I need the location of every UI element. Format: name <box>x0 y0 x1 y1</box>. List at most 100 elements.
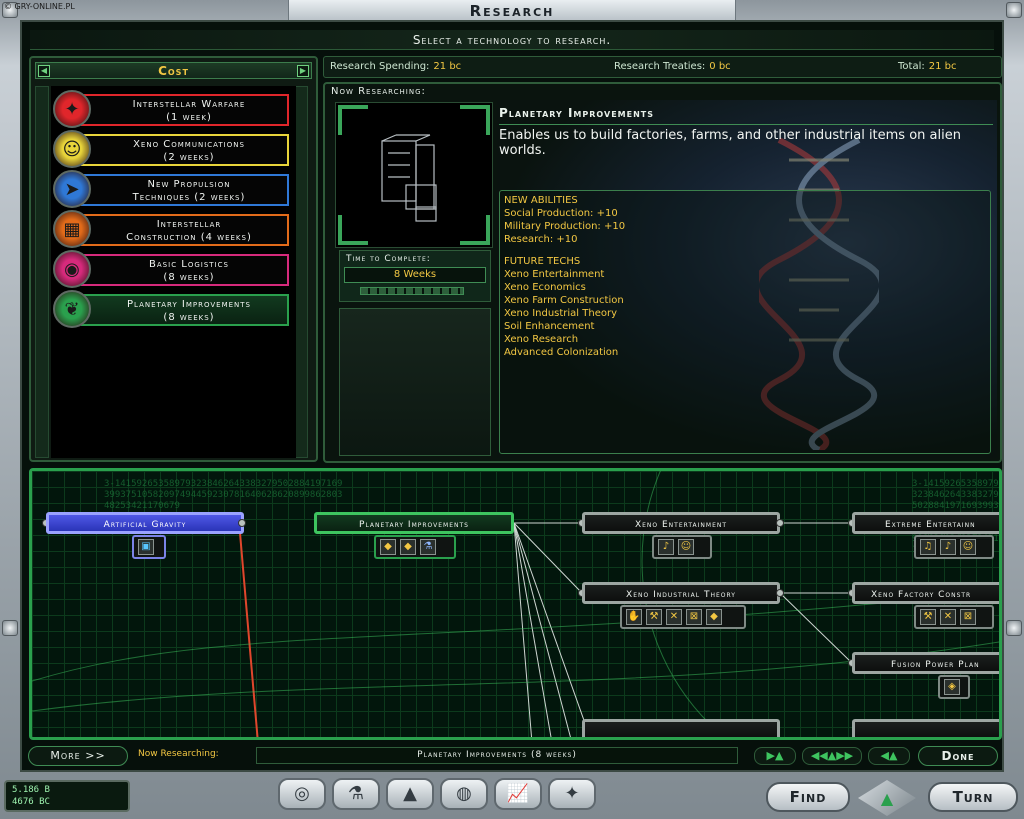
cost-item-title: Interstellar Warfare <box>132 99 246 110</box>
abilities-list: Social Production: +10 Military Productio… <box>504 207 986 246</box>
future-tech-item[interactable]: Xeno Industrial Theory <box>504 307 986 320</box>
power-icon[interactable]: ◈ <box>944 679 960 695</box>
tree-node-xeno-entertainment[interactable]: Xeno Entertainment <box>582 512 780 534</box>
future-tech-item[interactable]: Xeno Entertainment <box>504 268 986 281</box>
tech-list: Interstellar Warfare (1 week) ✦ Xeno Commun… <box>51 86 296 458</box>
done-button[interactable]: Done <box>918 746 998 766</box>
ability-item: Research: +10 <box>504 234 578 245</box>
nav-back-button[interactable]: ◀▲ <box>868 747 910 765</box>
tree-node-artificial-gravity[interactable]: Artificial Gravity <box>46 512 244 534</box>
future-tech-item[interactable]: Xeno Research <box>504 333 986 346</box>
research-flask-icon[interactable]: ⚗ <box>332 778 380 810</box>
future-tech-item[interactable]: Soil Enhancement <box>504 320 986 333</box>
tree-node-xeno-industrial-theory[interactable]: Xeno Industrial Theory <box>582 582 780 604</box>
research-info-bar: Research Spending: 21 bc Research Treatie… <box>323 56 1002 78</box>
tool-icon[interactable]: ⚒ <box>920 609 936 625</box>
cross-icon[interactable]: ✕ <box>940 609 956 625</box>
cost-item-title: Xeno Communications <box>133 139 245 150</box>
spending-label: Research Spending: <box>330 61 430 72</box>
cost-item-duration: (2 weeks) <box>163 152 215 163</box>
status-now-label: Now Researching: <box>138 749 219 759</box>
happiness-icon[interactable]: ☺ <box>960 539 976 555</box>
tree-node-planetary-improvements[interactable]: Planetary Improvements <box>314 512 514 534</box>
cost-item[interactable]: Planetary Improvements (8 weeks) ❦ <box>53 290 293 328</box>
arrow-right-icon[interactable]: ▶ <box>297 65 309 77</box>
cost-item-title: Basic Logistics <box>149 259 229 270</box>
cost-item[interactable]: Xeno Communications (2 weeks) ☺ <box>53 130 293 168</box>
icon-tray: ◆ ◆ ⚗ <box>374 535 456 559</box>
cost-item-title: Interstellar <box>156 219 222 230</box>
treaties-field: Research Treaties: 0 bc <box>614 57 731 77</box>
cost-item-label: Basic Logistics (8 weeks) <box>81 254 289 286</box>
graph-icon[interactable]: 📈 <box>494 778 542 810</box>
node-connector-dot <box>776 519 784 527</box>
progress-bar <box>360 287 464 295</box>
future-tech-item[interactable]: Advanced Colonization <box>504 346 986 359</box>
spending-value: 21 bc <box>433 61 462 72</box>
construction-icon: ▦ <box>53 210 91 248</box>
tree-node-xeno-factory-construction[interactable]: Xeno Factory Constr <box>852 582 999 604</box>
future-techs-list: Xeno Entertainment Xeno Economics Xeno Far… <box>504 268 986 359</box>
future-tech-item[interactable]: Xeno Farm Construction <box>504 294 986 307</box>
cost-item-duration: Techniques (2 weeks) <box>132 192 246 203</box>
watermark: © GRY-ONLINE.PL <box>4 2 75 11</box>
total-field: Total: 21 bc <box>898 57 956 77</box>
find-button[interactable]: Find <box>766 782 850 812</box>
frame-bolt <box>1006 2 1022 18</box>
now-researching-label: Now Researching: <box>331 86 426 97</box>
diplomacy-icon[interactable]: ✦ <box>548 778 596 810</box>
tree-node-cutoff[interactable] <box>582 719 780 737</box>
nav-center-button[interactable]: ◀◀▲▶▶ <box>802 747 862 765</box>
entertainment-icon[interactable]: ♪ <box>940 539 956 555</box>
ability-item: Social Production: +10 <box>504 208 618 219</box>
empire-icon[interactable]: ◎ <box>278 778 326 810</box>
main-dock: ◎ ⚗ ▲ ◍ 📈 ✦ <box>278 778 608 814</box>
cost-item[interactable]: Interstellar Construction (4 weeks) ▦ <box>53 210 293 248</box>
ship-module-icon[interactable]: ▣ <box>138 539 154 555</box>
tree-node-cutoff[interactable] <box>852 719 999 737</box>
grid-icon[interactable]: ⊠ <box>686 609 702 625</box>
production-icon[interactable]: ◆ <box>380 539 396 555</box>
more-button[interactable]: More >> <box>28 746 128 766</box>
planets-icon[interactable]: ▲ <box>386 778 434 810</box>
cost-item[interactable]: Interstellar Warfare (1 week) ✦ <box>53 90 293 128</box>
warfare-icon: ✦ <box>53 90 91 128</box>
grid-icon[interactable]: ⊠ <box>960 609 976 625</box>
tech-tree[interactable]: 3-14159265358979323846264338327950288419… <box>29 468 1002 740</box>
tech-description: Enables us to build factories, farms, an… <box>499 128 961 158</box>
arrow-left-icon[interactable]: ◀ <box>38 65 50 77</box>
factory-wireframe-icon <box>381 134 437 222</box>
future-tech-item[interactable]: Xeno Economics <box>504 281 986 294</box>
tree-node-fusion-power-plant[interactable]: Fusion Power Plan <box>852 652 999 674</box>
nav-forward-button[interactable]: ▶▲ <box>754 747 796 765</box>
time-label: Time to Complete: <box>346 254 431 264</box>
happiness-icon[interactable]: ☺ <box>678 539 694 555</box>
cross-icon[interactable]: ✕ <box>666 609 682 625</box>
production-icon[interactable]: ◆ <box>706 609 722 625</box>
icon-tray: ♫ ♪ ☺ <box>914 535 994 559</box>
frame-corner <box>460 215 490 245</box>
status-bar: More >> Now Researching: Planetary Impro… <box>26 745 1000 767</box>
planetary-icon: ❦ <box>53 290 91 328</box>
entertainment-icon[interactable]: ♫ <box>920 539 936 555</box>
abilities-box: NEW ABILITIES Social Production: +10 Mili… <box>499 190 991 454</box>
progress-fill <box>361 288 463 294</box>
cost-item[interactable]: Basic Logistics (8 weeks) ◉ <box>53 250 293 288</box>
cost-item[interactable]: New Propulsion Techniques (2 weeks) ➤ <box>53 170 293 208</box>
hand-icon[interactable]: ✋ <box>626 609 642 625</box>
galaxy-icon[interactable]: ◍ <box>440 778 488 810</box>
production-icon[interactable]: ◆ <box>400 539 416 555</box>
tech-detail-box <box>339 308 491 456</box>
tool-icon[interactable]: ⚒ <box>646 609 662 625</box>
turn-button[interactable]: Turn <box>928 782 1018 812</box>
research-icon[interactable]: ⚗ <box>420 539 436 555</box>
frame-bolt <box>2 620 18 636</box>
frame-corner <box>338 215 368 245</box>
propulsion-icon: ➤ <box>53 170 91 208</box>
frame-corner <box>460 105 490 135</box>
tree-node-extreme-entertainment[interactable]: Extreme Entertainn <box>852 512 999 534</box>
entertainment-icon[interactable]: ♪ <box>658 539 674 555</box>
icon-tray: ⚒ ✕ ⊠ <box>914 605 994 629</box>
window-title: Research <box>469 2 555 20</box>
scroll-rail-right[interactable] <box>294 86 308 458</box>
